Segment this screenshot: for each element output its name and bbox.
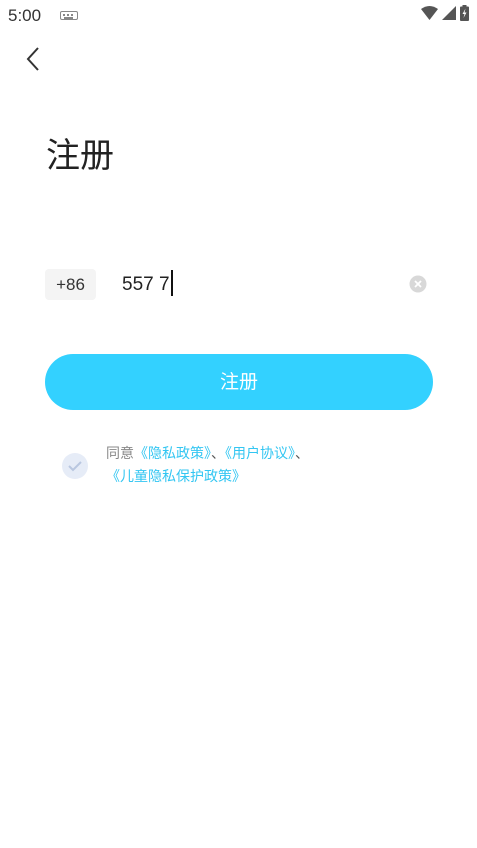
clear-input-icon[interactable] xyxy=(409,275,427,293)
wifi-icon xyxy=(421,6,438,20)
back-button[interactable] xyxy=(20,44,48,74)
signal-icon xyxy=(442,6,456,20)
agreement-separator: 、 xyxy=(295,446,309,462)
register-button[interactable]: 注册 xyxy=(45,354,433,410)
checkmark-icon xyxy=(68,461,82,472)
page-title: 注册 xyxy=(46,136,114,176)
phone-input[interactable]: 557 7 xyxy=(122,269,173,300)
status-time: 5:00 xyxy=(8,6,42,25)
user-agreement-link[interactable]: 《用户协议》 xyxy=(225,446,295,462)
privacy-policy-link[interactable]: 《隐私政策》 xyxy=(134,446,211,462)
agreement-checkbox[interactable] xyxy=(62,453,88,479)
agreement-prefix: 同意 xyxy=(106,446,134,462)
chevron-left-icon xyxy=(26,47,39,71)
status-bar: 5:00 xyxy=(0,0,477,32)
children-privacy-link[interactable]: 《儿童隐私保护政策》 xyxy=(106,469,246,485)
keyboard-icon xyxy=(60,11,78,20)
agreement-separator: 、 xyxy=(211,446,225,462)
battery-icon xyxy=(460,5,469,21)
agreement-text: 同意《隐私政策》、《用户协议》、《儿童隐私保护政策》 xyxy=(106,443,436,489)
text-cursor xyxy=(170,269,173,296)
phone-input-value: 557 7 xyxy=(122,274,170,295)
phone-input-row: +86 557 7 xyxy=(45,269,433,301)
country-code-selector[interactable]: +86 xyxy=(45,269,96,300)
